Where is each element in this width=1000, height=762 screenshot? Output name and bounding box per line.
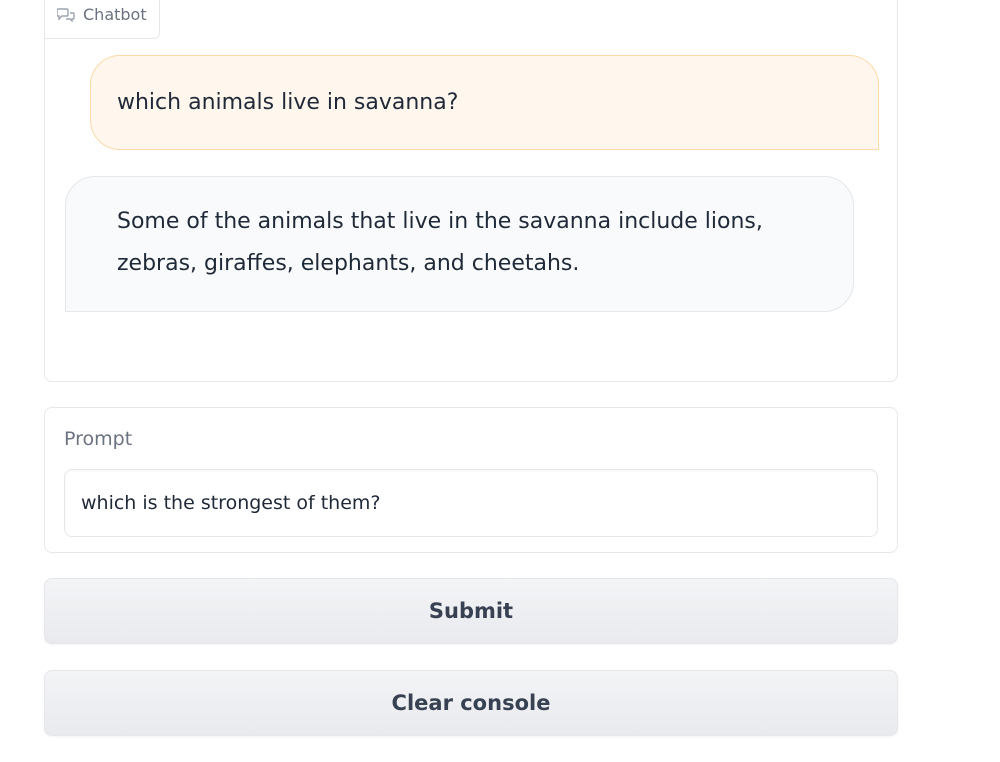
user-message: which animals live in savanna? bbox=[90, 55, 879, 150]
prompt-panel: Prompt bbox=[44, 407, 898, 553]
prompt-label: Prompt bbox=[64, 428, 133, 450]
user-message-text: which animals live in savanna? bbox=[117, 89, 459, 115]
chatbot-label-tag: Chatbot bbox=[45, 0, 160, 39]
chatbot-panel: Chatbot which animals live in savanna? S… bbox=[44, 0, 898, 382]
prompt-input[interactable] bbox=[64, 469, 878, 537]
clear-console-button[interactable]: Clear console bbox=[44, 670, 898, 736]
app-page: Chatbot which animals live in savanna? S… bbox=[0, 0, 1000, 762]
chat-bubbles-icon bbox=[57, 8, 75, 22]
bot-message-text: Some of the animals that live in the sav… bbox=[117, 209, 763, 276]
chatbot-label-text: Chatbot bbox=[83, 5, 147, 24]
bot-message: Some of the animals that live in the sav… bbox=[65, 176, 854, 312]
submit-button[interactable]: Submit bbox=[44, 578, 898, 644]
